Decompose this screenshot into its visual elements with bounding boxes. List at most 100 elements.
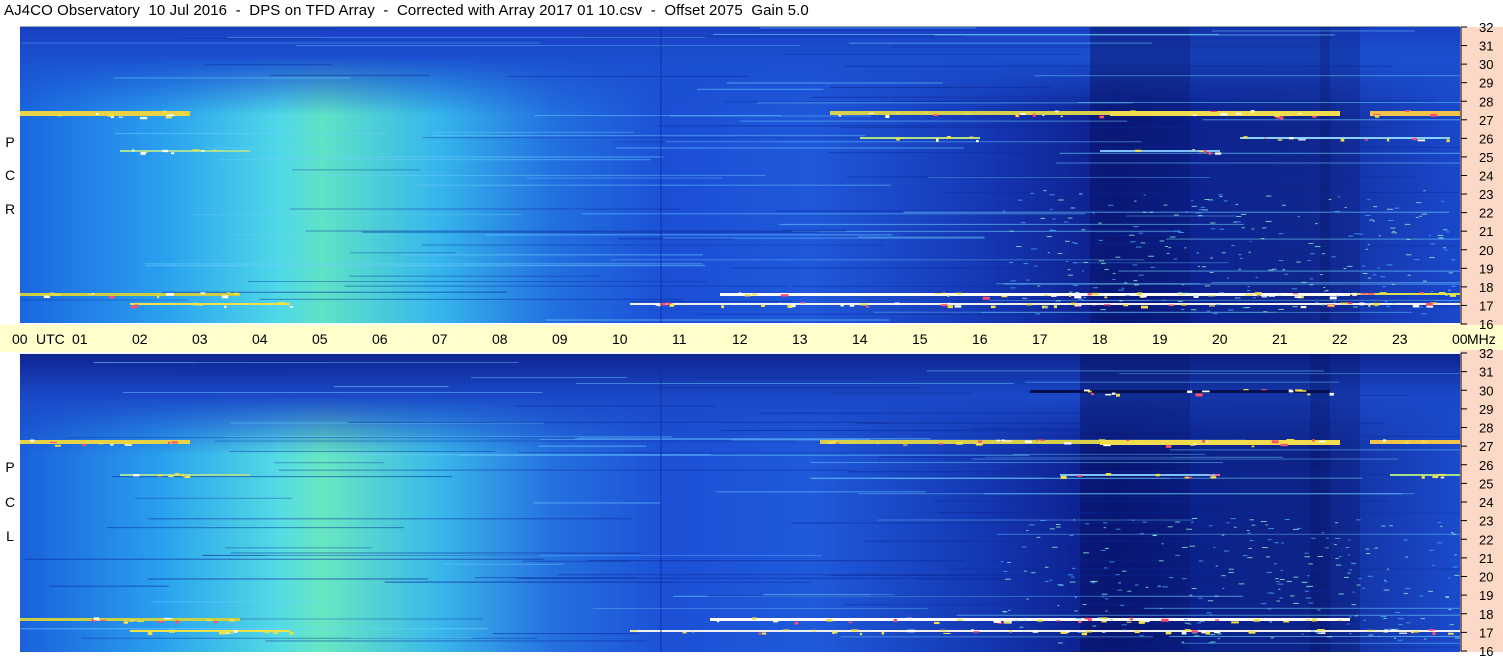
noise-speckle [1372, 220, 1375, 222]
rfi-speckle [57, 114, 63, 117]
noise-speckle [1098, 260, 1105, 262]
noise-speckle [1374, 547, 1378, 549]
interference-line [900, 234, 1300, 236]
interference-line [775, 210, 1282, 212]
rfi-speckle [976, 139, 979, 143]
utc-tick-label: 20 [1212, 331, 1228, 347]
noise-speckle [1008, 609, 1011, 611]
rfi-speckle [800, 302, 805, 304]
rfi-speckle [167, 441, 171, 445]
rfi-speckle [957, 619, 963, 622]
noise-speckle [1296, 527, 1302, 529]
rfi-speckle [1105, 473, 1112, 476]
noise-speckle [1212, 313, 1218, 315]
rfi-speckle [1210, 476, 1217, 479]
interference-line [763, 594, 895, 596]
absorption-zone [1080, 354, 1190, 652]
interference-line [296, 45, 800, 47]
noise-speckle [1017, 199, 1023, 201]
rfi-speckle [1207, 295, 1216, 297]
noise-speckle [1405, 556, 1408, 558]
noise-speckle [1103, 522, 1108, 524]
noise-speckle [1071, 242, 1076, 244]
interference-line [350, 252, 456, 254]
noise-speckle [1064, 240, 1070, 242]
noise-speckle [1226, 522, 1230, 524]
rfi-speckle [860, 303, 868, 306]
interference-line [250, 366, 506, 368]
noise-speckle [1140, 242, 1146, 244]
noise-speckle [1392, 230, 1396, 232]
rfi-speckle [827, 441, 833, 444]
rfi-speckle [1193, 114, 1197, 117]
noise-speckle [1354, 615, 1358, 617]
noise-speckle [1091, 582, 1096, 584]
noise-speckle [1365, 214, 1371, 216]
interference-line [698, 313, 1139, 315]
rcp-freq-tick-label: 17 [1479, 298, 1493, 313]
interference-line [1212, 30, 1415, 32]
rfi-speckle [794, 621, 799, 625]
noise-speckle [1268, 539, 1272, 541]
noise-speckle [1334, 537, 1341, 539]
rfi-speckle [1091, 393, 1094, 396]
rfi-speckle [132, 149, 135, 152]
interference-line [1169, 449, 1460, 451]
rfi-speckle [990, 305, 996, 309]
noise-speckle [1344, 207, 1347, 209]
noise-speckle [1430, 243, 1435, 245]
noise-speckle [1241, 213, 1247, 215]
noise-speckle [1074, 610, 1078, 612]
rfi-speckle [1328, 304, 1334, 307]
rfi-speckle [1112, 293, 1119, 295]
rfi-band [630, 303, 1460, 305]
interference-line [230, 234, 389, 236]
noise-speckle [1109, 618, 1113, 620]
rfi-speckle [791, 304, 796, 308]
noise-speckle [1383, 579, 1387, 581]
noise-speckle [1068, 291, 1073, 293]
rfi-speckle [1105, 393, 1112, 396]
noise-speckle [1313, 617, 1318, 619]
rfi-speckle [156, 620, 164, 623]
noise-speckle [1321, 253, 1326, 255]
noise-speckle [1173, 214, 1179, 216]
interference-line [811, 96, 1127, 98]
noise-speckle [1105, 610, 1108, 612]
noise-speckle [1282, 269, 1286, 271]
noise-speckle [1021, 546, 1027, 548]
rfi-speckle [1184, 629, 1191, 632]
rfi-speckle [1379, 292, 1387, 295]
rfi-speckle [1001, 439, 1005, 442]
noise-speckle [1403, 539, 1408, 541]
rfi-speckle [166, 292, 174, 296]
interference-line [1039, 512, 1460, 514]
rfi-speckle [1060, 631, 1068, 634]
noise-speckle [1181, 641, 1185, 643]
rfi-speckle [906, 617, 913, 620]
rfi-speckle [234, 629, 238, 633]
noise-speckle [1272, 268, 1277, 270]
noise-speckle [1354, 233, 1359, 235]
noise-speckle [1092, 212, 1095, 214]
interference-line [1034, 435, 1460, 437]
noise-speckle [1222, 587, 1225, 589]
rfi-speckle [1134, 149, 1142, 152]
interference-line [21, 299, 188, 301]
noise-speckle [1249, 241, 1252, 243]
noise-speckle [1378, 235, 1381, 237]
utc-tick-label: 22 [1332, 331, 1348, 347]
noise-speckle [1125, 295, 1130, 297]
rfi-speckle [1446, 139, 1450, 143]
noise-speckle [1210, 228, 1216, 230]
rfi-speckle [1318, 440, 1326, 443]
rfi-speckle [947, 294, 950, 297]
noise-speckle [1044, 566, 1049, 568]
interference-line [830, 392, 973, 394]
noise-speckle [1278, 588, 1281, 590]
noise-speckle [1407, 274, 1411, 276]
noise-speckle [1104, 567, 1108, 569]
noise-speckle [1092, 625, 1097, 627]
noise-speckle [1445, 596, 1449, 598]
noise-speckle [1279, 597, 1283, 599]
